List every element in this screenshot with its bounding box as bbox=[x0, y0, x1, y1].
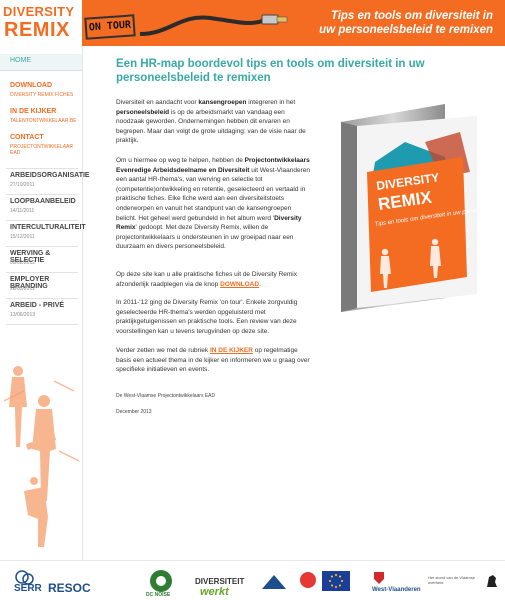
logo-west-vlaanderen[interactable]: West-Vlaanderen bbox=[372, 587, 421, 593]
kijker-paragraph: Verder zetten we met de rubriek IN DE KI… bbox=[116, 346, 312, 375]
logo-dc-noise[interactable]: DC NOISE bbox=[146, 592, 170, 598]
header: DIVERSITY REMIX ON TOUR Tips en tools om… bbox=[0, 0, 505, 46]
logo-werkt[interactable]: werkt bbox=[200, 586, 229, 598]
logo-line-1: DIVERSITY bbox=[3, 4, 75, 19]
download-subtitle: DIVERSITY REMIX FICHES bbox=[10, 92, 74, 98]
sidebar-item-arbeidsorganisatie[interactable]: ARBEIDSORGANISATIE bbox=[10, 172, 90, 179]
logo-vlaamse-overheid[interactable]: Het stond van de Vlaamse overheid bbox=[428, 575, 478, 585]
sidebar-item-arbeid-prive[interactable]: ARBEID - PRIVÉ bbox=[10, 302, 64, 309]
on-tour-label: ON TOUR bbox=[88, 19, 132, 34]
learning-network-logo-icon bbox=[262, 575, 286, 589]
logo-serr[interactable]: SERR bbox=[14, 583, 42, 594]
publication-date: December 2013 bbox=[116, 409, 152, 415]
sidebar-item-interculturaliteit[interactable]: INTERCULTURALITEIT bbox=[10, 224, 86, 231]
audio-cable-icon bbox=[140, 14, 288, 36]
page: { "header": { "logo_line1": "DIVERSITY",… bbox=[0, 0, 505, 600]
logo-line-2: REMIX bbox=[4, 19, 70, 41]
west-vlaanderen-shield-icon bbox=[374, 572, 384, 584]
logo-diversiteit[interactable]: DIVERSITEIT bbox=[195, 577, 244, 586]
download-paragraph: Op deze site kan u alle praktische fiche… bbox=[116, 270, 312, 289]
contact-subtitle: PROJECTONTWIKKELAAR EAD bbox=[10, 144, 73, 156]
item-date: 14/11/2011 bbox=[10, 208, 35, 214]
footer-logos: SERR RESOC DC NOISE DIVERSITEIT werkt We… bbox=[0, 560, 505, 600]
item-date: 28/03/2012 bbox=[10, 286, 36, 292]
page-title: Een HR-map boordevol tips en tools om di… bbox=[116, 58, 425, 84]
diversity-remix-album-image: DIVERSITY REMIX Tips en tools om diversi… bbox=[341, 104, 487, 312]
sidebar-item-in-de-kijker[interactable]: IN DE KIJKER bbox=[10, 108, 56, 115]
sidebar-item-loopbaanbeleid[interactable]: LOOPBAANBELEID bbox=[10, 198, 76, 205]
vlaamse-leeuw-icon bbox=[487, 575, 497, 587]
text: Diversiteit en aandacht voor bbox=[116, 99, 199, 106]
in-de-kijker-link[interactable]: IN DE KIJKER bbox=[210, 347, 253, 354]
partner-logo-icon bbox=[300, 572, 316, 588]
tagline-line-2: uw personeelsbeleid te remixen bbox=[319, 24, 493, 36]
divider bbox=[6, 298, 78, 299]
divider bbox=[6, 194, 78, 195]
text-bold: personeelsbeleid bbox=[116, 108, 170, 116]
project-paragraph: Om u hiermee op weg te helpen, hebben de… bbox=[116, 156, 312, 252]
tour-paragraph: In 2011-'12 ging de Diversity Remix 'on … bbox=[116, 298, 312, 336]
sidebar-item-contact[interactable]: CONTACT bbox=[10, 134, 44, 141]
european-union-flag-icon bbox=[322, 571, 350, 591]
home-label: HOME bbox=[10, 57, 31, 64]
dc-noise-emblem-icon bbox=[150, 570, 172, 592]
text: integreren in het bbox=[246, 99, 296, 106]
text: In 2011-'12 ging de Diversity Remix 'on … bbox=[116, 299, 298, 335]
divider bbox=[6, 246, 78, 247]
divider bbox=[6, 272, 78, 273]
sidebar: HOME DOWNLOAD DIVERSITY REMIX FICHES IN … bbox=[0, 46, 90, 560]
text: Op deze site kan u alle praktische fiche… bbox=[116, 271, 297, 288]
tagline-line-1: Tips en tools om diversiteit in bbox=[330, 10, 493, 22]
site-logo[interactable]: DIVERSITY REMIX bbox=[0, 0, 82, 46]
divider bbox=[6, 168, 78, 169]
on-tour-badge: ON TOUR bbox=[84, 14, 136, 40]
item-date: 13/06/2013 bbox=[10, 312, 36, 318]
text: Om u hiermee op weg te helpen, hebben de bbox=[116, 157, 245, 164]
item-date: 15/12/2011 bbox=[10, 234, 35, 240]
divider bbox=[6, 220, 78, 221]
text: Verder zetten we met de rubriek bbox=[116, 347, 210, 354]
text: ' gedoopt. Met deze Diversity Remix, wil… bbox=[116, 224, 294, 251]
item-date: 27/10/2011 bbox=[10, 182, 35, 188]
intro-paragraph: Diversiteit en aandacht voor kansengroep… bbox=[116, 98, 312, 146]
sidebar-item-download[interactable]: DOWNLOAD bbox=[10, 82, 52, 89]
kijker-subtitle: TALENTONTWIKKELAAR.BE bbox=[10, 118, 77, 124]
divider bbox=[6, 324, 78, 325]
text: uit West-Vlaanderen een aantal HR-thema'… bbox=[116, 166, 311, 222]
item-date: 09/02/2012 bbox=[10, 260, 36, 266]
logo-resoc[interactable]: RESOC bbox=[48, 581, 91, 595]
text-bold: kansengroepen bbox=[198, 99, 247, 106]
signature: De West-Vlaamse Projectontwikkelaars EAD bbox=[116, 393, 216, 399]
musician-silhouettes-illustration bbox=[4, 366, 80, 547]
text: . bbox=[259, 280, 261, 288]
download-link[interactable]: DOWNLOAD bbox=[220, 281, 259, 288]
sidebar-item-home[interactable]: HOME bbox=[0, 54, 82, 71]
